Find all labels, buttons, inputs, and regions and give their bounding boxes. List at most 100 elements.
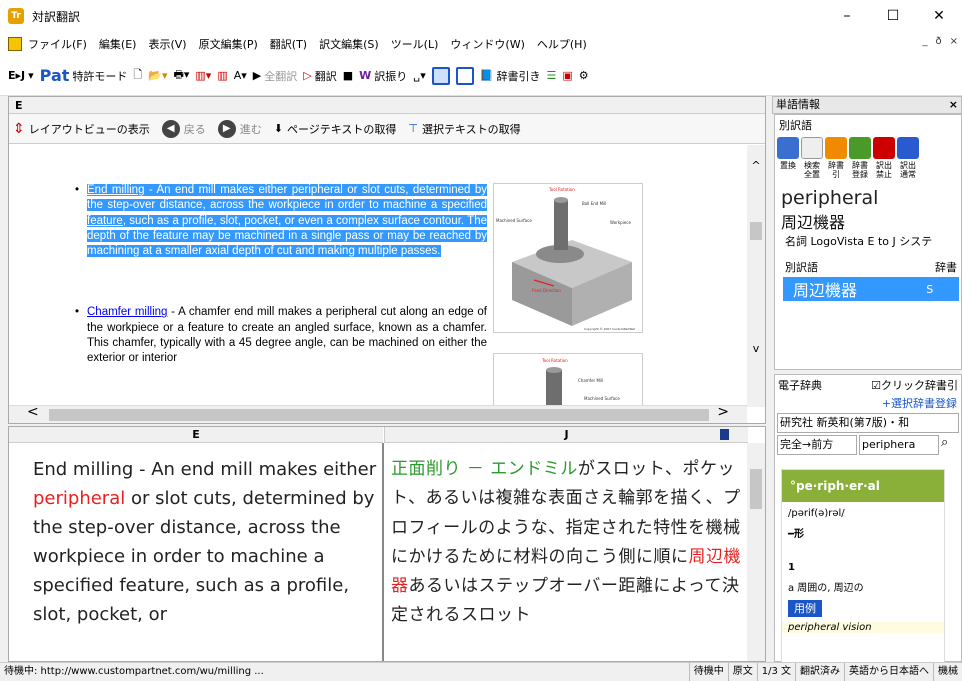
doc-icon[interactable] [720,429,729,440]
web-horizontal-scrollbar[interactable]: < > [9,404,747,423]
document-icon[interactable] [8,37,22,51]
scroll-left-icon[interactable]: < [27,404,39,420]
svg-text:Chamfer Mill: Chamfer Mill [578,378,603,383]
click-dict-checkbox[interactable]: ☑クリック辞書引 [871,377,958,393]
search-word-input[interactable]: periphera [859,435,939,455]
select-dict-register-link[interactable]: +選択辞書登録 [775,395,961,411]
entry-translation: 周辺機器 [781,213,846,232]
mdi-close-button[interactable]: × [950,36,958,47]
app-icon: Tr [8,8,24,24]
columns-icon[interactable]: ▥ [217,69,227,82]
feature-link[interactable]: feature [87,215,123,227]
alt-translation-section: 別訳語 置換 検索全置 辞書引 辞書登録 訳出禁止 訳出通常 periphera… [774,114,962,370]
hscroll-thumb[interactable] [49,409,709,421]
status-sentence: 1/3 文 [756,663,795,681]
replace-button[interactable]: 置換 [777,137,799,179]
table-row[interactable]: 周辺機器 S [783,277,959,301]
menu-help[interactable]: ヘルプ(H) [531,36,593,52]
dict-lookup-small-button[interactable]: 辞書引 [825,137,847,179]
binocular-search-icon[interactable]: ⌕ [941,435,948,455]
mdi-restore-button[interactable]: ð [935,36,941,47]
scroll-thumb[interactable] [750,222,762,240]
chamfer-mill-figure: Tool Rotation Chamfer Mill Machined Surf… [493,353,643,407]
web-vertical-scrollbar[interactable]: ^ v [747,145,765,407]
menu-edit[interactable]: 編集(E) [93,36,143,52]
back-button[interactable]: ◀ 戻る [161,119,206,138]
split-vertical-icon[interactable] [431,66,450,85]
menu-window[interactable]: ウィンドウ(W) [444,36,530,52]
search-replace-all-button[interactable]: 検索全置 [801,137,823,179]
menu-source-edit[interactable]: 原文編集(P) [193,36,264,52]
menu-tools[interactable]: ツール(L) [385,36,445,52]
forward-arrow-icon: ▶ [217,119,236,138]
svg-text:Machined Surface: Machined Surface [584,396,620,401]
source-text-editor[interactable]: End milling - An end mill makes either p… [33,455,381,629]
scroll-up-icon[interactable]: ^ [747,159,765,172]
dict-register-button[interactable]: 辞書登録 [849,137,871,179]
sense-number: 1 [788,562,795,573]
translation-scrollbar[interactable] [747,443,765,661]
excel-icon[interactable]: ▣ [562,69,572,82]
menu-file[interactable]: ファイル(F) [22,36,93,52]
forward-button[interactable]: ▶ 進む [217,119,262,138]
pane-header: E [9,97,765,114]
minimize-button[interactable]: – [824,0,870,32]
dictionary-select[interactable]: 研究社 新英和(第7版)・和 [777,413,959,433]
new-document-icon[interactable]: 🗋 [133,66,142,85]
example-button[interactable]: 用例 [788,600,822,617]
list-icon[interactable]: ☰ [546,69,556,82]
alt-translation-table: 別訳語 辞書 周辺機器 S [783,261,959,301]
space-icon[interactable]: ␣▾ [413,69,426,82]
source-web-pane: E ⇕ レイアウトビューの表示 ◀ 戻る ▶ 進む ⬇ ページテキストの取得 ⊤ 選択テキ… [8,96,766,424]
layout-icon[interactable]: ▥▾ [195,69,211,82]
mdi-minimize-button[interactable]: _ [922,36,927,47]
replace-icon [777,137,799,159]
stop-icon[interactable]: ■ [343,69,353,82]
example-text: peripheral vision [782,622,944,633]
svg-text:Machined Surface: Machined Surface [496,218,532,223]
svg-text:Tool Rotation: Tool Rotation [541,358,568,363]
open-folder-icon[interactable]: 📂▾ [148,69,167,82]
assign-translation-button[interactable]: W 訳振り [359,68,407,84]
part-of-speech: 名詞 LogoVista E to J システ [785,235,933,248]
print-icon[interactable]: 🖶▾ [174,66,190,85]
pane-splitter[interactable] [382,443,384,661]
menu-target-edit[interactable]: 訳文編集(S) [313,36,385,52]
pat-icon: Pat [39,66,70,85]
search-mode-select[interactable]: 完全→前方 [777,435,857,455]
end-milling-link[interactable]: End milling [87,184,144,196]
get-selected-text-button[interactable]: ⊤ 選択テキストの取得 [408,121,520,137]
status-bar: 待機中: http://www.custompartnet.com/wu/mil… [0,662,962,681]
layout-view-button[interactable]: ⇕ レイアウトビューの表示 [13,121,150,137]
dictionary-lookup-button[interactable]: 📘 辞書引き [480,68,541,84]
tools-icon[interactable]: ⚙ [579,69,589,82]
translate-all-button[interactable]: ▶ 全翻訳 [253,68,297,84]
word-form: ━形 [788,529,805,540]
font-size-icon[interactable]: A▾ [234,69,247,82]
entry-word: peripheral [781,187,879,209]
translate-button[interactable]: ▷ 翻訳 [303,68,336,84]
patent-mode-button[interactable]: Pat 特許モード [40,66,128,85]
scroll-down-icon[interactable]: v [747,342,765,355]
close-panel-icon[interactable]: × [949,97,958,113]
menu-translate[interactable]: 翻訳(T) [264,36,313,52]
chamfer-milling-link[interactable]: Chamfer milling [87,306,167,318]
target-text-editor[interactable]: 正面削り － エンドミルがスロット、ポケット、あるいは複雑な表面さえ輪郭を描く、… [391,455,751,631]
translation-pane: E J End milling - An end mill makes eith… [8,426,766,662]
word-info-header: 単語情報 × [772,96,962,114]
scroll-thumb[interactable] [750,469,762,509]
normal-icon [897,137,919,159]
web-content[interactable]: End milling - An end mill makes either p… [9,145,747,407]
scroll-right-icon[interactable]: > [717,404,729,420]
normal-translation-button[interactable]: 訳出通常 [897,137,919,179]
page-text-icon: ⬇ [273,122,283,135]
menu-view[interactable]: 表示(V) [142,36,192,52]
forbid-translation-button[interactable]: 訳出禁止 [873,137,895,179]
maximize-button[interactable]: ☐ [870,0,916,32]
split-horizontal-icon[interactable] [455,66,474,85]
close-button[interactable]: ✕ [916,0,962,32]
list-item: End milling - An end mill makes either p… [75,183,487,259]
get-page-text-button[interactable]: ⬇ ページテキストの取得 [274,121,397,137]
highlighted-word: peripheral [33,488,126,509]
direction-button[interactable]: E▸J ▾ [8,69,34,82]
